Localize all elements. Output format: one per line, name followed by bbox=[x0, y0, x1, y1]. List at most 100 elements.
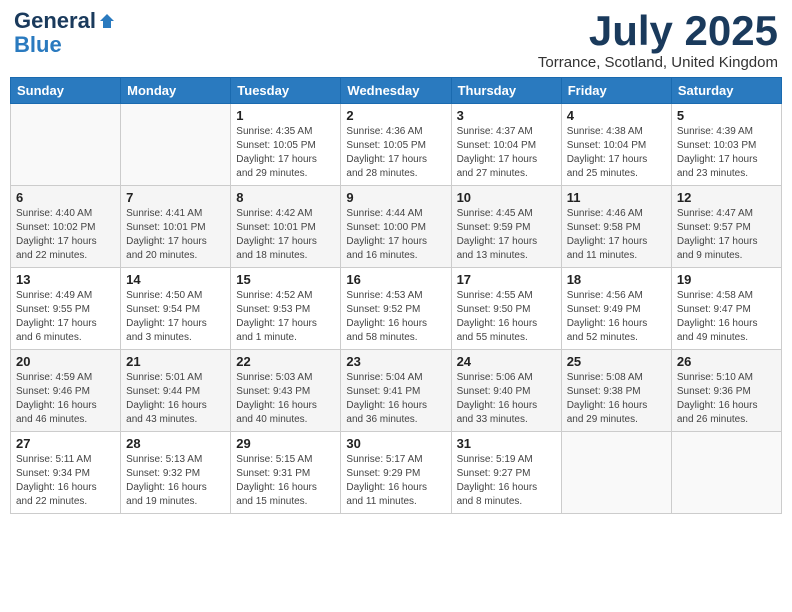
day-number: 10 bbox=[457, 190, 556, 205]
sunset-text: Sunset: 9:31 PM bbox=[236, 468, 310, 479]
sunset-text: Sunset: 9:47 PM bbox=[677, 304, 751, 315]
day-info: Sunrise: 4:58 AM Sunset: 9:47 PM Dayligh… bbox=[677, 289, 776, 345]
page-header: General Blue July 2025 Torrance, Scotlan… bbox=[10, 10, 782, 71]
day-info: Sunrise: 4:36 AM Sunset: 10:05 PM Daylig… bbox=[346, 125, 445, 181]
table-row: 10 Sunrise: 4:45 AM Sunset: 9:59 PM Dayl… bbox=[451, 186, 561, 268]
sunset-text: Sunset: 9:59 PM bbox=[457, 222, 531, 233]
day-number: 23 bbox=[346, 354, 445, 369]
day-info: Sunrise: 4:50 AM Sunset: 9:54 PM Dayligh… bbox=[126, 289, 225, 345]
table-row: 17 Sunrise: 4:55 AM Sunset: 9:50 PM Dayl… bbox=[451, 268, 561, 350]
sunrise-text: Sunrise: 4:52 AM bbox=[236, 290, 312, 301]
table-row: 23 Sunrise: 5:04 AM Sunset: 9:41 PM Dayl… bbox=[341, 350, 451, 432]
daylight-text: Daylight: 17 hours and 1 minute. bbox=[236, 318, 317, 343]
day-number: 24 bbox=[457, 354, 556, 369]
day-number: 27 bbox=[16, 436, 115, 451]
daylight-text: Daylight: 16 hours and 55 minutes. bbox=[457, 318, 538, 343]
sunset-text: Sunset: 10:05 PM bbox=[346, 140, 426, 151]
logo-icon bbox=[98, 12, 116, 30]
table-row: 12 Sunrise: 4:47 AM Sunset: 9:57 PM Dayl… bbox=[671, 186, 781, 268]
daylight-text: Daylight: 17 hours and 29 minutes. bbox=[236, 154, 317, 179]
sunset-text: Sunset: 10:03 PM bbox=[677, 140, 757, 151]
day-info: Sunrise: 5:13 AM Sunset: 9:32 PM Dayligh… bbox=[126, 453, 225, 509]
daylight-text: Daylight: 17 hours and 18 minutes. bbox=[236, 236, 317, 261]
daylight-text: Daylight: 16 hours and 26 minutes. bbox=[677, 400, 758, 425]
day-number: 20 bbox=[16, 354, 115, 369]
sunset-text: Sunset: 10:00 PM bbox=[346, 222, 426, 233]
day-info: Sunrise: 4:47 AM Sunset: 9:57 PM Dayligh… bbox=[677, 207, 776, 263]
sunset-text: Sunset: 9:53 PM bbox=[236, 304, 310, 315]
header-friday: Friday bbox=[561, 78, 671, 104]
month-title: July 2025 bbox=[538, 10, 778, 52]
calendar-week-row: 1 Sunrise: 4:35 AM Sunset: 10:05 PM Dayl… bbox=[11, 104, 782, 186]
sunrise-text: Sunrise: 5:08 AM bbox=[567, 372, 643, 383]
day-number: 19 bbox=[677, 272, 776, 287]
table-row: 2 Sunrise: 4:36 AM Sunset: 10:05 PM Dayl… bbox=[341, 104, 451, 186]
daylight-text: Daylight: 16 hours and 11 minutes. bbox=[346, 482, 427, 507]
table-row bbox=[561, 432, 671, 514]
day-number: 25 bbox=[567, 354, 666, 369]
sunset-text: Sunset: 9:40 PM bbox=[457, 386, 531, 397]
table-row: 24 Sunrise: 5:06 AM Sunset: 9:40 PM Dayl… bbox=[451, 350, 561, 432]
sunset-text: Sunset: 9:46 PM bbox=[16, 386, 90, 397]
daylight-text: Daylight: 17 hours and 11 minutes. bbox=[567, 236, 648, 261]
calendar-week-row: 27 Sunrise: 5:11 AM Sunset: 9:34 PM Dayl… bbox=[11, 432, 782, 514]
sunrise-text: Sunrise: 4:58 AM bbox=[677, 290, 753, 301]
daylight-text: Daylight: 16 hours and 33 minutes. bbox=[457, 400, 538, 425]
logo: General Blue bbox=[14, 10, 116, 58]
table-row: 9 Sunrise: 4:44 AM Sunset: 10:00 PM Dayl… bbox=[341, 186, 451, 268]
table-row bbox=[121, 104, 231, 186]
daylight-text: Daylight: 16 hours and 49 minutes. bbox=[677, 318, 758, 343]
sunset-text: Sunset: 10:04 PM bbox=[457, 140, 537, 151]
table-row: 1 Sunrise: 4:35 AM Sunset: 10:05 PM Dayl… bbox=[231, 104, 341, 186]
table-row: 28 Sunrise: 5:13 AM Sunset: 9:32 PM Dayl… bbox=[121, 432, 231, 514]
table-row: 6 Sunrise: 4:40 AM Sunset: 10:02 PM Dayl… bbox=[11, 186, 121, 268]
day-number: 16 bbox=[346, 272, 445, 287]
day-number: 3 bbox=[457, 108, 556, 123]
day-info: Sunrise: 5:11 AM Sunset: 9:34 PM Dayligh… bbox=[16, 453, 115, 509]
sunset-text: Sunset: 9:44 PM bbox=[126, 386, 200, 397]
sunset-text: Sunset: 9:36 PM bbox=[677, 386, 751, 397]
sunrise-text: Sunrise: 4:45 AM bbox=[457, 208, 533, 219]
sunrise-text: Sunrise: 4:44 AM bbox=[346, 208, 422, 219]
day-info: Sunrise: 4:49 AM Sunset: 9:55 PM Dayligh… bbox=[16, 289, 115, 345]
table-row: 19 Sunrise: 4:58 AM Sunset: 9:47 PM Dayl… bbox=[671, 268, 781, 350]
daylight-text: Daylight: 17 hours and 9 minutes. bbox=[677, 236, 758, 261]
table-row: 25 Sunrise: 5:08 AM Sunset: 9:38 PM Dayl… bbox=[561, 350, 671, 432]
sunrise-text: Sunrise: 5:06 AM bbox=[457, 372, 533, 383]
day-info: Sunrise: 4:39 AM Sunset: 10:03 PM Daylig… bbox=[677, 125, 776, 181]
sunset-text: Sunset: 9:50 PM bbox=[457, 304, 531, 315]
daylight-text: Daylight: 16 hours and 36 minutes. bbox=[346, 400, 427, 425]
sunrise-text: Sunrise: 4:55 AM bbox=[457, 290, 533, 301]
sunrise-text: Sunrise: 5:19 AM bbox=[457, 454, 533, 465]
day-number: 29 bbox=[236, 436, 335, 451]
sunset-text: Sunset: 9:29 PM bbox=[346, 468, 420, 479]
table-row bbox=[11, 104, 121, 186]
sunrise-text: Sunrise: 5:01 AM bbox=[126, 372, 202, 383]
header-tuesday: Tuesday bbox=[231, 78, 341, 104]
day-info: Sunrise: 5:08 AM Sunset: 9:38 PM Dayligh… bbox=[567, 371, 666, 427]
calendar-table: Sunday Monday Tuesday Wednesday Thursday… bbox=[10, 77, 782, 514]
sunset-text: Sunset: 9:41 PM bbox=[346, 386, 420, 397]
day-info: Sunrise: 5:17 AM Sunset: 9:29 PM Dayligh… bbox=[346, 453, 445, 509]
sunset-text: Sunset: 9:54 PM bbox=[126, 304, 200, 315]
day-info: Sunrise: 5:06 AM Sunset: 9:40 PM Dayligh… bbox=[457, 371, 556, 427]
daylight-text: Daylight: 16 hours and 52 minutes. bbox=[567, 318, 648, 343]
daylight-text: Daylight: 16 hours and 46 minutes. bbox=[16, 400, 97, 425]
sunset-text: Sunset: 9:43 PM bbox=[236, 386, 310, 397]
day-number: 9 bbox=[346, 190, 445, 205]
day-info: Sunrise: 4:59 AM Sunset: 9:46 PM Dayligh… bbox=[16, 371, 115, 427]
table-row: 26 Sunrise: 5:10 AM Sunset: 9:36 PM Dayl… bbox=[671, 350, 781, 432]
sunset-text: Sunset: 9:32 PM bbox=[126, 468, 200, 479]
sunrise-text: Sunrise: 4:40 AM bbox=[16, 208, 92, 219]
daylight-text: Daylight: 17 hours and 27 minutes. bbox=[457, 154, 538, 179]
title-block: July 2025 Torrance, Scotland, United Kin… bbox=[538, 10, 778, 71]
daylight-text: Daylight: 16 hours and 22 minutes. bbox=[16, 482, 97, 507]
day-number: 4 bbox=[567, 108, 666, 123]
sunset-text: Sunset: 10:01 PM bbox=[126, 222, 206, 233]
day-info: Sunrise: 4:46 AM Sunset: 9:58 PM Dayligh… bbox=[567, 207, 666, 263]
day-info: Sunrise: 4:56 AM Sunset: 9:49 PM Dayligh… bbox=[567, 289, 666, 345]
sunrise-text: Sunrise: 5:10 AM bbox=[677, 372, 753, 383]
sunset-text: Sunset: 10:01 PM bbox=[236, 222, 316, 233]
day-number: 30 bbox=[346, 436, 445, 451]
calendar-header-row: Sunday Monday Tuesday Wednesday Thursday… bbox=[11, 78, 782, 104]
